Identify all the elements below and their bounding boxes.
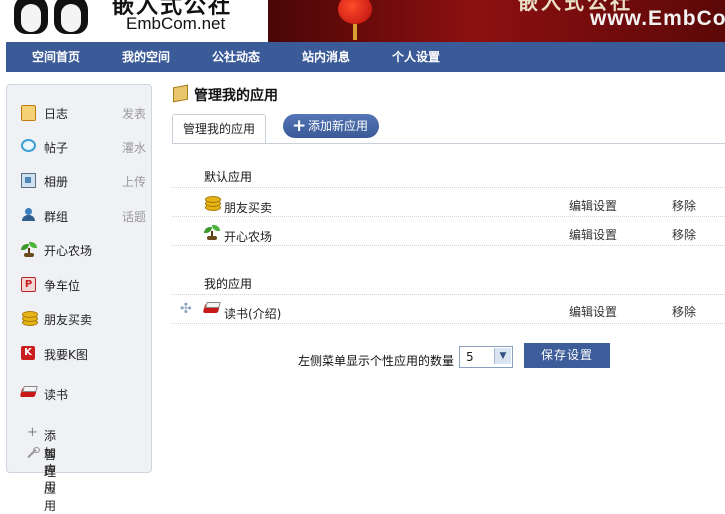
nav-item-my-space[interactable]: 我的空间 bbox=[122, 42, 170, 72]
sidebar-item-label[interactable]: 朋友买卖 bbox=[44, 311, 92, 328]
sidebar-item-label[interactable]: 争车位 bbox=[44, 277, 80, 294]
menu-count-value: 5 bbox=[466, 350, 474, 364]
sprout-icon bbox=[204, 225, 220, 241]
book-icon bbox=[19, 386, 38, 398]
edit-settings-link[interactable]: 编辑设置 bbox=[569, 226, 617, 243]
sidebar-action-topics[interactable]: 话题 bbox=[122, 208, 146, 225]
app-name[interactable]: 朋友买卖 bbox=[224, 199, 272, 216]
main-content: 管理我的应用 管理我的应用 + 添加新应用 默认应用 朋友买卖 编辑设置 移除 … bbox=[172, 84, 725, 479]
logo[interactable]: 嵌入式公社 EmbCom.net bbox=[0, 0, 268, 42]
sidebar-item-diary[interactable]: 日志 发表 bbox=[21, 103, 146, 123]
sprout-icon bbox=[21, 242, 37, 258]
box-icon bbox=[173, 84, 188, 103]
add-new-app-label: 添加新应用 bbox=[308, 119, 369, 133]
remove-link[interactable]: 移除 bbox=[672, 303, 696, 320]
sidebar-item-happy-farm[interactable]: 开心农场 bbox=[21, 240, 146, 260]
drag-handle-icon[interactable]: ✣ bbox=[180, 302, 194, 316]
k-icon: K bbox=[21, 346, 35, 360]
plus-icon: + bbox=[292, 116, 307, 136]
main-nav: 空间首页 我的空间 公社动态 站内消息 个人设置 bbox=[6, 42, 725, 72]
penguin-icon bbox=[14, 0, 48, 34]
sidebar-item-label[interactable]: 日志 bbox=[44, 105, 68, 122]
sidebar-item-label[interactable]: 群组 bbox=[44, 208, 68, 225]
sidebar-item-label[interactable]: 帖子 bbox=[44, 139, 68, 156]
photo-icon bbox=[21, 173, 36, 188]
nav-item-home[interactable]: 空间首页 bbox=[32, 42, 80, 72]
tab-manage-apps[interactable]: 管理我的应用 bbox=[172, 114, 266, 144]
sidebar-action-reply[interactable]: 灌水 bbox=[122, 139, 146, 156]
save-settings-button[interactable]: 保存设置 bbox=[524, 343, 610, 368]
sidebar-item-label[interactable]: 相册 bbox=[44, 173, 68, 190]
remove-link[interactable]: 移除 bbox=[672, 226, 696, 243]
chevron-down-icon: ▼ bbox=[494, 348, 511, 364]
parking-icon: P bbox=[21, 277, 36, 292]
section-heading-my-apps: 我的应用 bbox=[204, 277, 253, 291]
banner-url: www.EmbCo bbox=[590, 7, 725, 30]
logo-title-en: EmbCom.net bbox=[126, 14, 226, 33]
add-new-app-button[interactable]: + 添加新应用 bbox=[283, 114, 379, 138]
menu-count-label: 左侧菜单显示个性应用的数量 bbox=[298, 354, 455, 368]
sidebar-item-label[interactable]: 读书 bbox=[44, 386, 68, 403]
banner-image: 嵌入式公社 www.EmbCo bbox=[268, 0, 725, 42]
sidebar-action-post[interactable]: 发表 bbox=[122, 105, 146, 122]
sidebar-item-friend-trading[interactable]: 朋友买卖 bbox=[21, 309, 146, 329]
coins-icon bbox=[21, 311, 38, 326]
site-banner: 嵌入式公社 EmbCom.net 嵌入式公社 www.EmbCo bbox=[0, 0, 725, 42]
chat-bubble-icon bbox=[21, 139, 36, 152]
coins-icon bbox=[204, 196, 221, 211]
menu-count-select[interactable]: 5 ▼ bbox=[459, 346, 513, 368]
page-title: 管理我的应用 bbox=[194, 88, 278, 104]
manage-app-label[interactable]: 管理应用 bbox=[44, 446, 56, 514]
app-row: 开心农场 编辑设置 移除 bbox=[172, 222, 725, 244]
sidebar-item-k-pic[interactable]: K 我要K图 bbox=[21, 344, 146, 364]
plus-icon: + bbox=[27, 425, 38, 440]
remove-link[interactable]: 移除 bbox=[672, 197, 696, 214]
sidebar-item-album[interactable]: 相册 上传 bbox=[21, 171, 146, 191]
sidebar-item-parking[interactable]: P 争车位 bbox=[21, 275, 146, 295]
sidebar-item-label[interactable]: 开心农场 bbox=[44, 242, 92, 259]
sidebar: 日志 发表 帖子 灌水 相册 上传 群组 话题 开心农场 P 争车位 朋友买卖 … bbox=[6, 84, 152, 513]
sidebar-item-posts[interactable]: 帖子 灌水 bbox=[21, 137, 146, 157]
nav-item-community-news[interactable]: 公社动态 bbox=[212, 42, 260, 72]
nav-item-personal-settings[interactable]: 个人设置 bbox=[392, 42, 440, 72]
app-name[interactable]: 开心农场 bbox=[224, 228, 272, 245]
section-heading-default-apps: 默认应用 bbox=[204, 170, 253, 184]
lantern-icon bbox=[338, 0, 372, 24]
sidebar-action-upload[interactable]: 上传 bbox=[122, 173, 146, 190]
book-icon bbox=[202, 302, 221, 314]
app-row: 朋友买卖 编辑设置 移除 bbox=[172, 193, 725, 215]
penguin-icon bbox=[54, 0, 88, 34]
edit-settings-link[interactable]: 编辑设置 bbox=[569, 197, 617, 214]
nav-item-messages[interactable]: 站内消息 bbox=[302, 42, 350, 72]
sidebar-item-label[interactable]: 我要K图 bbox=[44, 346, 88, 363]
sidebar-item-reading[interactable]: 读书 bbox=[19, 384, 146, 404]
diary-icon bbox=[21, 105, 36, 121]
edit-settings-link[interactable]: 编辑设置 bbox=[569, 303, 617, 320]
app-row: ✣ 读书(介绍) 编辑设置 移除 bbox=[172, 299, 725, 321]
app-name[interactable]: 读书(介绍) bbox=[224, 305, 281, 322]
wrench-icon bbox=[27, 447, 40, 459]
sidebar-item-groups[interactable]: 群组 话题 bbox=[21, 206, 146, 226]
group-icon bbox=[21, 208, 35, 222]
